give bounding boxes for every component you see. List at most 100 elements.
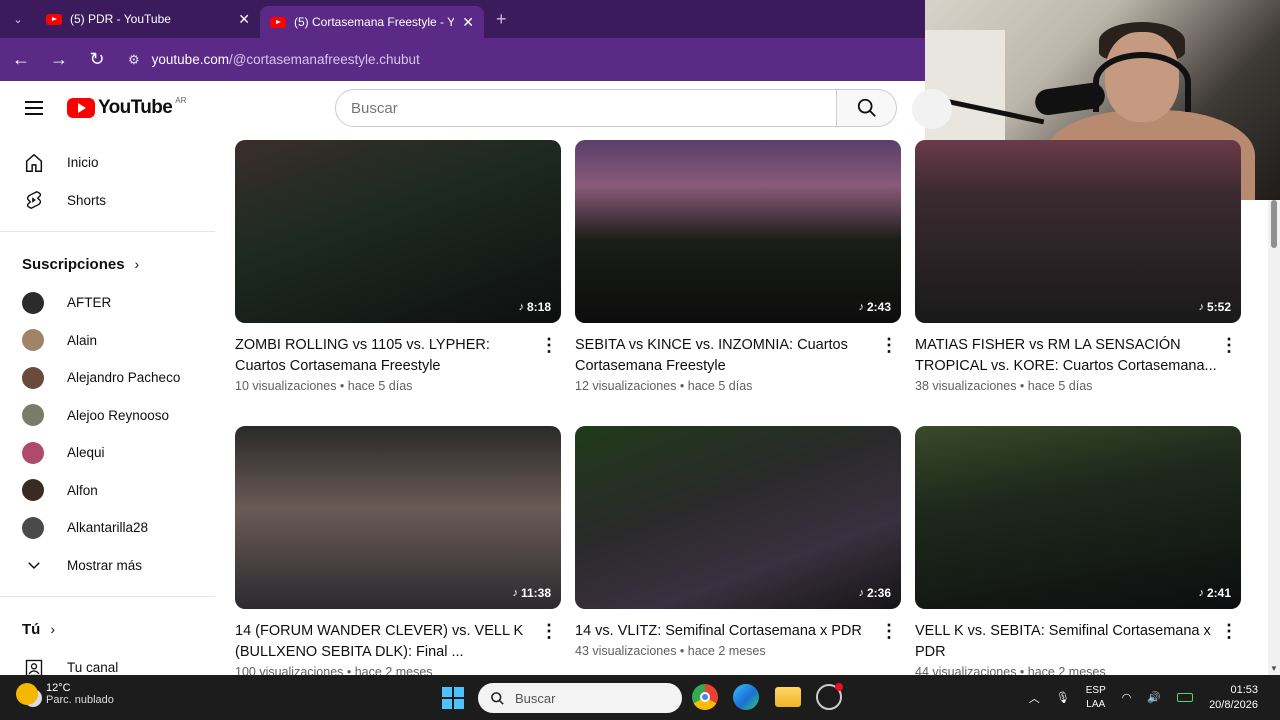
subscription-item[interactable]: Alejoo Reynooso: [0, 397, 218, 435]
video-thumbnail[interactable]: ♪ 2:43: [575, 140, 901, 323]
edge-icon[interactable]: [733, 684, 759, 710]
video-grid: ♪ 8:18 ZOMBI ROLLING vs 1105 vs. LYPHER: C…: [218, 135, 1268, 675]
search-button[interactable]: [837, 89, 897, 127]
close-tab-icon[interactable]: ✕: [462, 14, 474, 31]
search-bar: [335, 89, 897, 127]
avatar: [22, 404, 44, 427]
divider: [0, 231, 215, 232]
battery-icon[interactable]: [1177, 693, 1194, 702]
show-hidden-icons-icon[interactable]: ︿: [1029, 690, 1040, 706]
video-title[interactable]: SEBITA vs KINCE vs. INZOMNIA: Cuartos Co…: [575, 335, 877, 377]
divider: [0, 596, 215, 597]
reload-icon[interactable]: ↻: [80, 43, 114, 77]
music-note-icon: ♪: [1198, 301, 1204, 313]
youtube-logo[interactable]: YouTube AR: [67, 96, 186, 119]
subscription-name: Alkantarilla28: [67, 520, 149, 536]
view-count: 44 visualizaciones: [915, 665, 1017, 675]
new-tab-icon[interactable]: +: [496, 9, 507, 30]
weather-widget[interactable]: 12°C Parc. nublado: [16, 682, 114, 706]
more-actions-icon[interactable]: ⋮: [1217, 335, 1241, 393]
wifi-icon[interactable]: ◠: [1122, 691, 1132, 704]
chevron-right-icon: ›: [50, 621, 55, 637]
video-thumbnail[interactable]: ♪ 8:18: [235, 140, 561, 323]
video-card[interactable]: ♪ 5:52 MATIAS FISHER vs RM LA SENSACIÓN TR…: [915, 140, 1241, 393]
video-title[interactable]: 14 vs. VLITZ: Semifinal Cortasemana x PD…: [575, 621, 877, 642]
url-host: youtube.com: [151, 52, 229, 67]
video-thumbnail[interactable]: ♪ 11:38: [235, 426, 561, 609]
view-count: 12 visualizaciones: [575, 379, 677, 393]
close-tab-icon[interactable]: ✕: [238, 11, 250, 28]
view-count: 10 visualizaciones: [235, 379, 337, 393]
upload-age: hace 2 meses: [1027, 665, 1106, 675]
video-thumbnail[interactable]: ♪ 2:41: [915, 426, 1241, 609]
subscriptions-header[interactable]: Suscripciones ›: [0, 244, 218, 284]
sidebar-item-shorts[interactable]: Shorts: [0, 182, 218, 220]
page-scrollbar[interactable]: ▼: [1268, 200, 1280, 675]
video-card[interactable]: ♪ 11:38 14 (FORUM WANDER CLEVER) vs. VELL …: [235, 426, 561, 675]
scroll-down-arrow-icon[interactable]: ▼: [1270, 664, 1278, 673]
show-more-button[interactable]: Mostrar más: [0, 547, 218, 585]
subscription-item[interactable]: AFTER: [0, 284, 218, 322]
sidebar: Inicio Shorts Suscripciones › AFTER Alain…: [0, 135, 218, 675]
duration-badge: ♪ 5:52: [1198, 300, 1231, 314]
channel-icon: [22, 656, 46, 675]
more-actions-icon[interactable]: ⋮: [537, 621, 561, 675]
video-title[interactable]: MATIAS FISHER vs RM LA SENSACIÓN TROPICA…: [915, 335, 1217, 377]
browser-tab-2[interactable]: (5) Cortasemana Freestyle - You ✕: [260, 6, 484, 38]
sidebar-item-your-channel[interactable]: Tu canal: [0, 649, 218, 675]
browser-tab-1[interactable]: (5) PDR - YouTube ✕: [36, 0, 260, 38]
forward-icon[interactable]: →: [42, 43, 76, 77]
upload-age: hace 5 días: [347, 379, 413, 393]
clock[interactable]: 01:53 20/8/2026: [1209, 683, 1258, 713]
url-field[interactable]: ⚙ youtube.com/@cortasemanafreestyle.chub…: [128, 52, 420, 68]
video-stats: 100 visualizaciones • hace 2 meses: [235, 665, 537, 675]
video-card[interactable]: ♪ 2:41 VELL K vs. SEBITA: Semifinal Cortas…: [915, 426, 1241, 675]
subscription-item[interactable]: Alejandro Pacheco: [0, 359, 218, 397]
subscription-item[interactable]: Alain: [0, 322, 218, 360]
video-card[interactable]: ♪ 2:43 SEBITA vs KINCE vs. INZOMNIA: Cuart…: [575, 140, 901, 393]
more-actions-icon[interactable]: ⋮: [877, 621, 901, 658]
video-title[interactable]: 14 (FORUM WANDER CLEVER) vs. VELL K (BUL…: [235, 621, 537, 663]
more-actions-icon[interactable]: ⋮: [1217, 621, 1241, 675]
chrome-icon[interactable]: [692, 684, 718, 710]
app-icon[interactable]: [816, 683, 843, 710]
tab-search-dropdown-icon[interactable]: ⌄: [0, 0, 36, 38]
hamburger-menu-icon[interactable]: [22, 98, 46, 118]
volume-icon[interactable]: 🔊: [1147, 691, 1161, 704]
scrollbar-thumb[interactable]: [1271, 200, 1277, 248]
video-thumbnail[interactable]: ♪ 2:36: [575, 426, 901, 609]
video-thumbnail[interactable]: ♪ 5:52: [915, 140, 1241, 323]
video-title[interactable]: ZOMBI ROLLING vs 1105 vs. LYPHER: Cuarto…: [235, 335, 537, 377]
voice-search-button[interactable]: [912, 89, 952, 129]
more-actions-icon[interactable]: ⋮: [877, 335, 901, 393]
home-icon: [22, 151, 46, 175]
you-section-header[interactable]: Tú ›: [0, 609, 218, 649]
video-stats: 44 visualizaciones • hace 2 meses: [915, 665, 1217, 675]
avatar: [22, 479, 44, 502]
subscription-item[interactable]: Alkantarilla28: [0, 509, 218, 547]
upload-age: hace 5 días: [1027, 379, 1093, 393]
avatar: [22, 441, 44, 464]
sidebar-item-inicio[interactable]: Inicio: [0, 144, 218, 182]
video-card[interactable]: ♪ 2:36 14 vs. VLITZ: Semifinal Cortasemana…: [575, 426, 901, 658]
upload-age: hace 2 meses: [354, 665, 433, 675]
taskbar-search[interactable]: Buscar: [478, 683, 682, 713]
windows-start-icon[interactable]: [442, 687, 464, 709]
file-explorer-icon[interactable]: [775, 687, 801, 707]
subscription-name: AFTER: [67, 295, 112, 311]
subscription-item[interactable]: Alfon: [0, 472, 218, 510]
search-input[interactable]: [335, 89, 838, 127]
subscription-item[interactable]: Alequi: [0, 434, 218, 472]
more-actions-icon[interactable]: ⋮: [537, 335, 561, 393]
back-icon[interactable]: ←: [4, 43, 38, 77]
video-title[interactable]: VELL K vs. SEBITA: Semifinal Cortasemana…: [915, 621, 1217, 663]
video-card[interactable]: ♪ 8:18 ZOMBI ROLLING vs 1105 vs. LYPHER: C…: [235, 140, 561, 393]
youtube-play-icon: [67, 98, 95, 118]
subscription-name: Alejandro Pacheco: [67, 370, 181, 386]
language-indicator[interactable]: ESP LAA: [1086, 684, 1106, 712]
duration-badge: ♪ 8:18: [518, 300, 551, 314]
search-icon: [857, 98, 876, 117]
view-count: 38 visualizaciones: [915, 379, 1017, 393]
site-settings-icon[interactable]: ⚙: [128, 52, 140, 68]
microphone-icon[interactable]: 🎙: [1056, 691, 1070, 704]
